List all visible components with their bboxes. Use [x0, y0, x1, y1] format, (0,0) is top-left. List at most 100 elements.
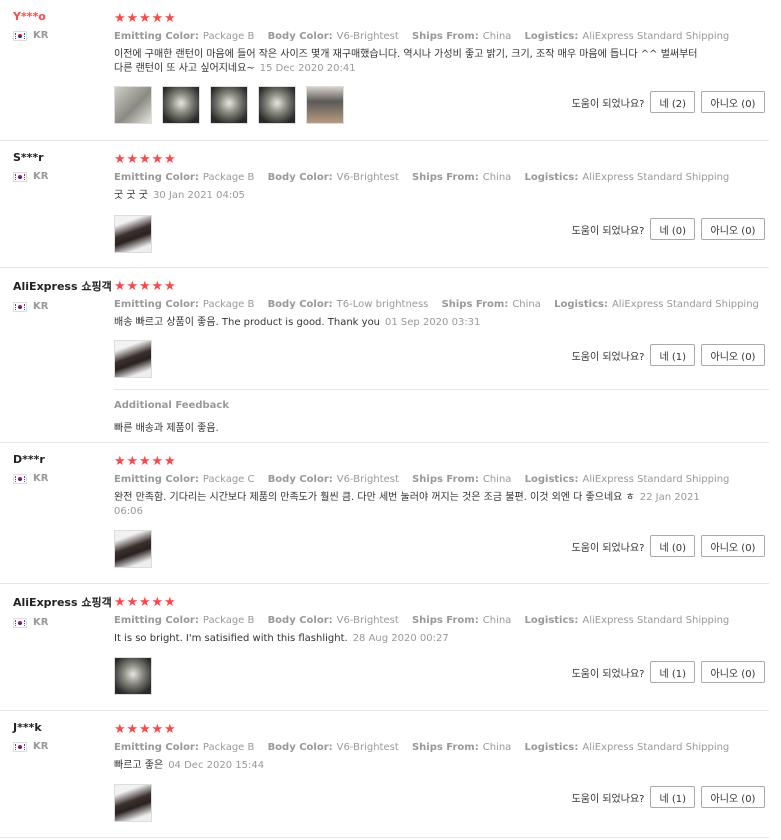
review-body: 빠르고 좋은: [114, 760, 164, 771]
review-text: 빠르고 좋은 04 Dec 2020 15:44: [114, 759, 704, 773]
star-icon: ★: [126, 454, 139, 469]
review-content: ★★★★★ Emitting Color: Package B Body Colo…: [114, 280, 769, 330]
logistics-value: AliExpress Standard Shipping: [582, 474, 730, 485]
review-item: AliExpress 쇼핑객 KR ★★★★★ Emitting Color: P…: [0, 584, 769, 711]
review-photo-thumbnail[interactable]: [114, 530, 152, 568]
product-attributes: Emitting Color: Package B Body Color: V6-B…: [114, 172, 769, 183]
star-icon: ★: [164, 279, 176, 294]
product-attributes: Emitting Color: Package C Body Color: V6-B…: [114, 474, 769, 485]
star-icon: ★: [151, 722, 164, 737]
review-body: 이전에 구매한 랜턴이 마음에 들어 작은 사이즈 몇개 재구매했습니다. 역시…: [114, 49, 698, 74]
reviewer-country: KR: [13, 741, 108, 752]
korea-flag-icon: [13, 301, 27, 312]
star-icon: ★: [139, 152, 151, 167]
helpful-question: 도움이 되었나요?: [571, 793, 645, 805]
review-item: D***r KR ★★★★★ Emitting Color: Package C …: [0, 443, 769, 584]
star-icon: ★: [126, 595, 139, 610]
review-photo-thumbnail[interactable]: [114, 86, 152, 124]
star-icon: ★: [114, 454, 126, 469]
helpful-yes-button[interactable]: 네 (1): [650, 344, 695, 366]
star-rating: ★★★★★: [114, 455, 769, 469]
reviewer-name: S***r: [13, 151, 44, 164]
ships-from-value: China: [482, 172, 512, 183]
review-photo-thumbnail[interactable]: [306, 86, 344, 124]
review-body: 완전 만족함. 기다리는 시간보다 제품의 만족도가 훨씬 큼. 다만 세번 눌…: [114, 492, 635, 503]
reviewer-name: AliExpress 쇼핑객: [13, 280, 112, 293]
reviewer-name[interactable]: Y***o: [13, 10, 108, 23]
ships-from-label: Ships From:: [441, 299, 509, 310]
star-icon: ★: [151, 11, 164, 26]
reviewer-country: KR: [13, 171, 108, 182]
helpful-no-button[interactable]: 아니오 (0): [701, 218, 765, 240]
helpful-vote: 도움이 되었나요? 네 (1) 아니오 (0): [572, 344, 765, 366]
helpful-yes-button[interactable]: 네 (1): [650, 786, 695, 808]
star-rating: ★★★★★: [114, 723, 769, 737]
helpful-yes-button[interactable]: 네 (0): [650, 535, 695, 557]
logistics-label: Logistics:: [524, 31, 579, 42]
logistics-label: Logistics:: [554, 299, 608, 310]
review-photo-thumbnail[interactable]: [114, 340, 152, 378]
review-photo-thumbnail[interactable]: [114, 657, 152, 695]
emitting-color-value: Package B: [202, 615, 255, 626]
review-body: 굿 굿 굿: [114, 190, 148, 201]
helpful-no-button[interactable]: 아니오 (0): [701, 344, 765, 366]
helpful-yes-button[interactable]: 네 (0): [650, 218, 695, 240]
review-photo-thumbnail[interactable]: [258, 86, 296, 124]
body-color-label: Body Color:: [267, 299, 333, 310]
body-color-value: V6-Brightest: [336, 31, 399, 42]
reviewer-name: AliExpress 쇼핑객: [13, 596, 112, 609]
star-icon: ★: [151, 454, 164, 469]
star-icon: ★: [164, 454, 176, 469]
logistics-value: AliExpress Standard Shipping: [582, 615, 730, 626]
review-date: 28 Aug 2020 00:27: [352, 633, 449, 644]
emitting-color-value: Package C: [202, 474, 255, 485]
star-icon: ★: [114, 722, 126, 737]
review-date: 01 Sep 2020 03:31: [385, 317, 481, 328]
helpful-question: 도움이 되었나요?: [571, 98, 645, 110]
review-photos: [114, 530, 152, 568]
review-photo-thumbnail[interactable]: [162, 86, 200, 124]
star-rating: ★★★★★: [114, 12, 769, 26]
star-icon: ★: [151, 152, 164, 167]
helpful-yes-button[interactable]: 네 (2): [650, 91, 695, 113]
helpful-question: 도움이 되었나요?: [571, 542, 645, 554]
helpful-vote: 도움이 되었나요? 네 (1) 아니오 (0): [572, 786, 765, 808]
review-date: 30 Jan 2021 04:05: [152, 190, 245, 201]
logistics-label: Logistics:: [524, 172, 579, 183]
helpful-no-button[interactable]: 아니오 (0): [701, 786, 765, 808]
body-color-value: V6-Brightest: [336, 172, 399, 183]
emitting-color-label: Emitting Color:: [114, 615, 199, 626]
reviewer-info: J***k KR: [13, 721, 108, 752]
helpful-no-button[interactable]: 아니오 (0): [701, 91, 765, 113]
body-color-label: Body Color:: [267, 474, 333, 485]
review-text: 배송 빠르고 상품이 좋음. The product is good. Than…: [114, 316, 704, 330]
star-icon: ★: [164, 722, 176, 737]
emitting-color-label: Emitting Color:: [114, 742, 199, 753]
review-body: 배송 빠르고 상품이 좋음. The product is good. Than…: [114, 317, 381, 328]
star-icon: ★: [126, 722, 139, 737]
logistics-label: Logistics:: [524, 474, 579, 485]
logistics-value: AliExpress Standard Shipping: [582, 31, 730, 42]
star-icon: ★: [151, 595, 164, 610]
emitting-color-value: Package B: [202, 172, 255, 183]
body-color-label: Body Color:: [267, 31, 333, 42]
review-body: It is so bright. I'm satisified with thi…: [114, 633, 348, 644]
review-date: 15 Dec 2020 20:41: [259, 63, 356, 74]
emitting-color-value: Package B: [202, 31, 255, 42]
helpful-yes-button[interactable]: 네 (1): [650, 661, 695, 683]
country-code: KR: [33, 741, 49, 752]
helpful-no-button[interactable]: 아니오 (0): [701, 535, 765, 557]
review-photo-thumbnail[interactable]: [114, 784, 152, 822]
reviewer-name: D***r: [13, 453, 45, 466]
body-color-value: V6-Brightest: [336, 474, 399, 485]
logistics-label: Logistics:: [524, 615, 579, 626]
star-icon: ★: [126, 279, 139, 294]
review-text: It is so bright. I'm satisified with thi…: [114, 632, 704, 646]
review-photo-thumbnail[interactable]: [210, 86, 248, 124]
helpful-no-button[interactable]: 아니오 (0): [701, 661, 765, 683]
additional-feedback: Additional Feedback 빠른 배송과 제품이 좋음.: [114, 389, 769, 434]
star-icon: ★: [114, 595, 126, 610]
helpful-question: 도움이 되었나요?: [571, 351, 645, 363]
star-icon: ★: [164, 152, 176, 167]
review-photo-thumbnail[interactable]: [114, 215, 152, 253]
